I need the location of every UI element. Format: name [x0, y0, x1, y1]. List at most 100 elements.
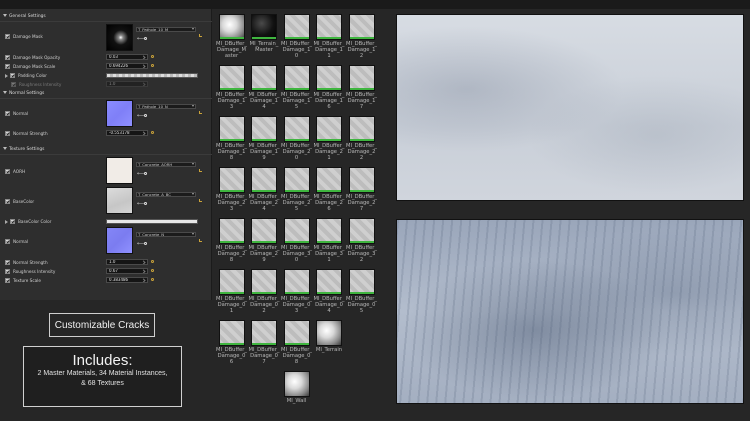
reset-to-default-icon[interactable] [199, 239, 202, 242]
basecolor-color-swatch[interactable] [106, 219, 198, 224]
aorh-texture-dropdown[interactable]: T_Concrete_AORH [136, 162, 196, 167]
asset-tile[interactable]: MI_DBuffer_Damage_30 [281, 218, 312, 263]
asset-name: MI_DBuffer_Damage_26 [313, 194, 345, 212]
asset-tile[interactable]: MI_DBuffer_Damage_08 [281, 320, 312, 365]
reset-to-default-icon[interactable] [151, 260, 154, 263]
asset-tile[interactable]: MI_DBuffer_Damage_29 [249, 218, 280, 263]
section-normal-settings[interactable]: Normal Settings [3, 91, 44, 96]
use-selected-arrow-icon[interactable]: ⟵ [137, 201, 144, 206]
reset-to-default-icon[interactable] [199, 34, 202, 37]
damage-mask-scale-input[interactable]: 0.694226 [106, 63, 148, 69]
texture-normal-strength-input[interactable]: 1.0 [106, 259, 148, 265]
asset-tile[interactable]: MI_DBuffer_Damage_17 [346, 65, 377, 110]
checkbox-normal-strength[interactable] [5, 131, 10, 136]
expand-arrow-icon[interactable] [5, 73, 8, 78]
texture-normal-dropdown[interactable]: T_Concrete_N [136, 232, 196, 237]
normal-strength-input[interactable]: -0.553178 [106, 130, 148, 136]
checkbox-aorh[interactable] [5, 169, 10, 174]
asset-thumbnail [218, 167, 245, 193]
use-selected-arrow-icon[interactable]: ⟵ [137, 113, 144, 118]
checkbox-damage-mask[interactable] [5, 34, 10, 39]
asset-tile[interactable]: MI_DBuffer_Damage_03 [281, 269, 312, 314]
asset-tile[interactable]: MI_DBuffer_Damage_04 [314, 269, 345, 314]
asset-tile[interactable]: MI_DBuffer_Damage_28 [216, 218, 247, 263]
checkbox-damage-mask-scale[interactable] [5, 64, 10, 69]
use-selected-arrow-icon[interactable]: ⟵ [137, 241, 144, 246]
asset-tile[interactable]: MI_DBuffer_Damage_13 [216, 65, 247, 110]
asset-tile[interactable]: MI_DBuffer_Damage_24 [249, 167, 280, 212]
asset-tile[interactable]: MI_DBuffer_Damage_02 [249, 269, 280, 314]
asset-tile[interactable]: MI_Terrain [314, 320, 345, 353]
basecolor-texture-dropdown[interactable]: T_Concrete_A_BC [136, 192, 196, 197]
checkbox-texture-normal-strength[interactable] [5, 260, 10, 265]
reset-to-default-icon[interactable] [199, 111, 202, 114]
checkbox-roughness-intensity[interactable] [11, 82, 16, 87]
browse-search-icon[interactable] [144, 242, 147, 245]
damage-mask-texture-dropdown[interactable]: T_Pathole_10_M [136, 27, 196, 32]
reset-to-default-icon[interactable] [151, 64, 154, 67]
asset-tile[interactable]: MI_DBuffer_Damage_01 [216, 269, 247, 314]
asset-tile[interactable]: MI_DBuffer_Damage_19 [249, 116, 280, 161]
asset-tile[interactable]: MI_Wall [281, 371, 312, 404]
asset-tile[interactable]: MI_DBuffer_Damage_12 [346, 14, 377, 59]
browse-search-icon[interactable] [144, 172, 147, 175]
asset-tile[interactable]: MI_DBuffer_Damage_15 [281, 65, 312, 110]
section-texture-settings[interactable]: Texture Settings [3, 147, 44, 152]
asset-tile[interactable]: MI_DBuffer_Damage_20 [281, 116, 312, 161]
reset-to-default-icon[interactable] [151, 278, 154, 281]
browse-search-icon[interactable] [144, 37, 147, 40]
texture-roughness-input[interactable]: 0.67 [106, 268, 148, 274]
reset-to-default-icon[interactable] [151, 55, 154, 58]
checkbox-basecolor-color[interactable] [10, 219, 15, 224]
asset-tile[interactable]: MI_DBuffer_Damage_25 [281, 167, 312, 212]
use-selected-arrow-icon[interactable]: ⟵ [137, 36, 144, 41]
damage-mask-thumbnail[interactable] [106, 24, 133, 51]
asset-tile[interactable]: MI_DBuffer_Damage_21 [314, 116, 345, 161]
padding-color-swatch[interactable] [106, 73, 198, 78]
asset-tile[interactable]: MI_DBuffer_Damage_31 [314, 218, 345, 263]
asset-tile[interactable]: MI_DBuffer_Damage_10 [281, 14, 312, 59]
aorh-thumbnail[interactable] [106, 157, 133, 184]
texture-scale-input[interactable]: 0.383486 [106, 277, 148, 283]
asset-name: MI_DBuffer_Damage_07 [248, 347, 280, 365]
roughness-intensity-input[interactable]: 1.0 [106, 81, 148, 87]
asset-tile[interactable]: MI_DBuffer_Damage_07 [249, 320, 280, 365]
asset-tile[interactable]: MI_DBuffer_Damage_26 [314, 167, 345, 212]
asset-tile[interactable]: MI_DBuffer_Damage_22 [346, 116, 377, 161]
asset-tile[interactable]: MI_DBuffer_Damage_11 [314, 14, 345, 59]
asset-name: MI_DBuffer_Damage_31 [313, 245, 345, 263]
browse-search-icon[interactable] [144, 202, 147, 205]
reset-to-default-icon[interactable] [151, 131, 154, 134]
checkbox-texture-normal[interactable] [5, 239, 10, 244]
asset-tile[interactable]: MI_DBuffer_Damage_32 [346, 218, 377, 263]
asset-tile[interactable]: MI_DBuffer_Damage_14 [249, 65, 280, 110]
asset-tile[interactable]: MI_DBuffer_Damage_27 [346, 167, 377, 212]
normal-map-thumbnail[interactable] [106, 100, 133, 127]
asset-tile[interactable]: MI_DBuffer_Damage_18 [216, 116, 247, 161]
asset-thumbnail [218, 320, 245, 346]
reset-to-default-icon[interactable] [151, 269, 154, 272]
section-general-settings[interactable]: General Settings [3, 14, 46, 19]
param-basecolor: BaseColor [5, 198, 34, 205]
use-selected-arrow-icon[interactable]: ⟵ [137, 171, 144, 176]
asset-tile[interactable]: MI_DBuffer_Damage_Master [216, 14, 247, 59]
checkbox-padding-color[interactable] [10, 73, 15, 78]
checkbox-texture-roughness[interactable] [5, 269, 10, 274]
checkbox-damage-mask-opacity[interactable] [5, 55, 10, 60]
asset-tile[interactable]: MI_Terrain_Master [249, 14, 280, 53]
reset-to-default-icon[interactable] [199, 199, 202, 202]
asset-tile[interactable]: MI_DBuffer_Damage_06 [216, 320, 247, 365]
browse-search-icon[interactable] [144, 114, 147, 117]
asset-tile[interactable]: MI_DBuffer_Damage_05 [346, 269, 377, 314]
reset-to-default-icon[interactable] [199, 169, 202, 172]
normal-texture-dropdown[interactable]: T_Pathole_10_N [136, 104, 196, 109]
expand-arrow-icon[interactable] [5, 219, 8, 224]
checkbox-basecolor[interactable] [5, 199, 10, 204]
asset-tile[interactable]: MI_DBuffer_Damage_16 [314, 65, 345, 110]
checkbox-normal[interactable] [5, 111, 10, 116]
checkbox-texture-scale[interactable] [5, 278, 10, 283]
basecolor-thumbnail[interactable] [106, 187, 133, 214]
damage-mask-opacity-input[interactable]: 0.03 [106, 54, 148, 60]
texture-normal-thumbnail[interactable] [106, 227, 133, 254]
asset-tile[interactable]: MI_DBuffer_Damage_23 [216, 167, 247, 212]
